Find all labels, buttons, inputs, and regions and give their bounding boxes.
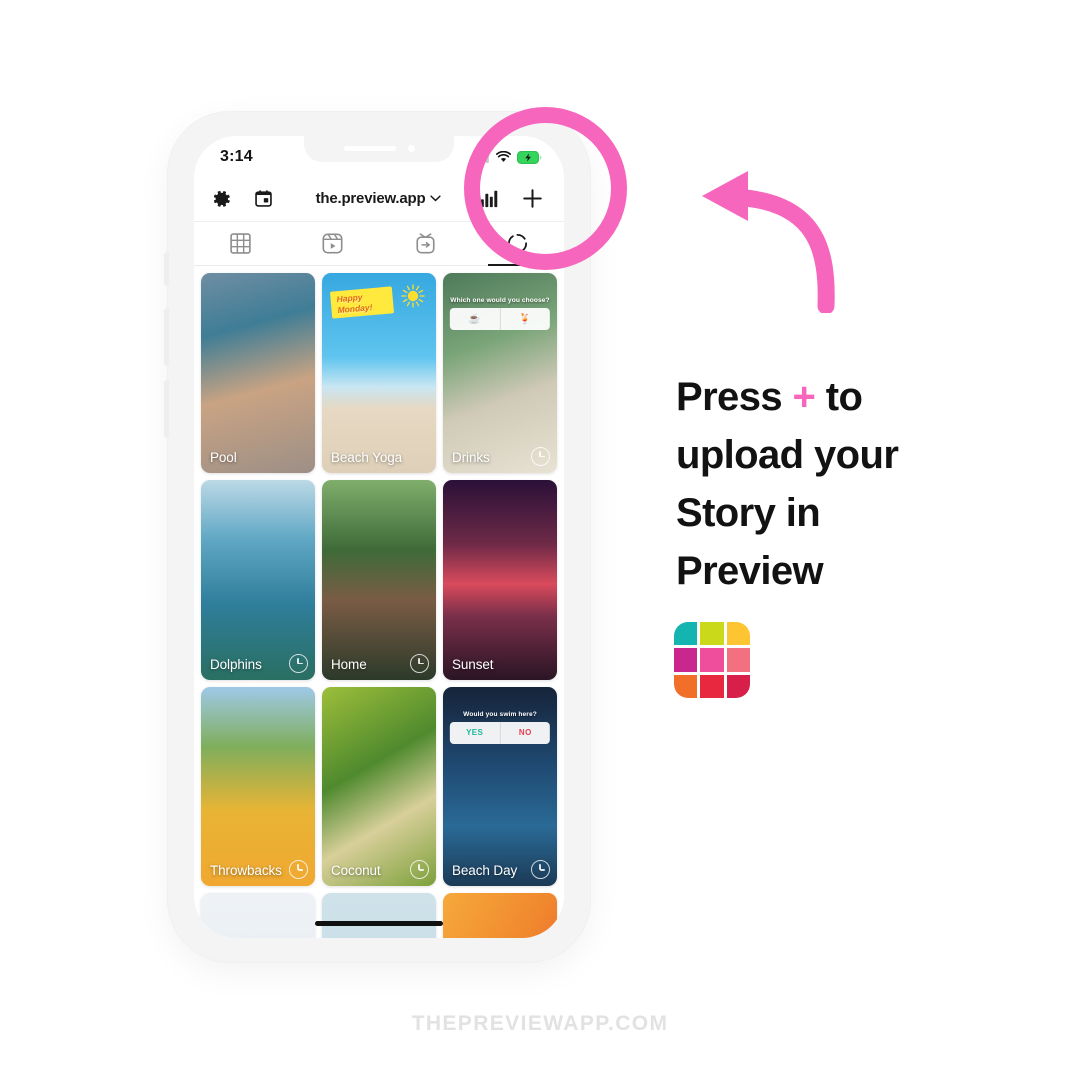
highlight-circle (464, 107, 627, 270)
story-tile[interactable]: Throwbacks (201, 686, 315, 887)
callout-text: Press + to upload your Story in Preview (676, 368, 1006, 600)
story-tile[interactable]: Coconut (322, 686, 436, 887)
story-tile-caption: Coconut (331, 863, 381, 879)
logo-swatch (700, 674, 724, 698)
happy-monday-sticker: Happy Monday! (329, 286, 395, 319)
story-tile-partial[interactable] (443, 893, 557, 938)
scheduled-clock-icon (289, 653, 308, 673)
callout-line-4: Preview (676, 549, 824, 593)
poll-option[interactable]: ☕ (450, 308, 500, 330)
callout-line-2: upload your (676, 433, 899, 477)
story-tile-caption: Drinks (452, 449, 490, 465)
poll-option[interactable]: 🍹 (499, 308, 551, 330)
account-handle-label: the.preview.app (315, 190, 426, 207)
scheduled-clock-icon (410, 653, 429, 673)
account-handle-selector[interactable]: the.preview.app (273, 190, 480, 207)
story-tile-caption: Beach Day (452, 863, 518, 879)
phone-volume-up-button (164, 308, 169, 366)
scheduled-clock-icon (289, 860, 308, 880)
story-tile[interactable]: Pool (201, 273, 315, 473)
story-tile-caption: Sunset (452, 656, 494, 672)
poll-question: Would you swim here? (463, 710, 537, 718)
phone-silent-switch (164, 252, 169, 286)
story-tile-partial[interactable] (201, 893, 315, 938)
poster-canvas: 3:14 the.preview.app Pool Happy Monday! … (0, 0, 1080, 1080)
chevron-down-icon (430, 195, 442, 202)
story-tile-caption: Dolphins (210, 656, 262, 672)
home-indicator (315, 921, 443, 926)
story-tile[interactable]: Happy Monday! Beach Yoga (322, 273, 436, 473)
phone-notch (304, 136, 454, 162)
story-tile[interactable]: Home (322, 479, 436, 680)
poll-sticker[interactable]: Which one would you choose? ☕ 🍹 (449, 297, 551, 330)
story-tile[interactable]: Which one would you choose? ☕ 🍹 Drinks (443, 273, 557, 473)
callout-line-3: Story in (676, 491, 821, 535)
callout-line1-after: to (815, 375, 863, 419)
grid-icon (230, 233, 251, 254)
callout-line-1: Press + to (676, 368, 1006, 426)
earpiece-speaker (344, 146, 396, 151)
logo-swatch (674, 648, 698, 672)
scheduled-clock-icon (531, 446, 550, 466)
scheduled-clock-icon (531, 860, 550, 880)
logo-swatch (674, 674, 698, 698)
story-tile[interactable]: Sunset (443, 479, 557, 680)
callout-plus-symbol: + (792, 375, 816, 419)
nav-left-group (212, 189, 273, 209)
poll-options: YES NO (449, 721, 551, 744)
poll-option[interactable]: YES (450, 722, 500, 744)
phone-volume-down-button (164, 380, 169, 438)
status-time: 3:14 (220, 148, 253, 165)
tab-igtv[interactable] (379, 222, 472, 265)
sun-sticker-icon (401, 284, 425, 308)
poll-question: Which one would you choose? (450, 297, 550, 304)
logo-swatch (674, 622, 698, 646)
story-tile-caption: Pool (210, 449, 237, 465)
story-tile[interactable]: Would you swim here? YES NO Beach Day (443, 686, 557, 887)
poll-sticker[interactable]: Would you swim here? YES NO (449, 710, 551, 744)
reels-icon (322, 233, 343, 254)
footer-watermark: THEPREVIEWAPP.COM (411, 1012, 669, 1035)
story-tile-caption: Throwbacks (210, 863, 282, 879)
logo-swatch (726, 648, 750, 672)
igtv-icon (416, 233, 435, 254)
calendar-icon[interactable] (254, 189, 273, 208)
scheduled-clock-icon (410, 860, 429, 880)
curved-arrow-left-icon (702, 171, 835, 313)
story-tile[interactable]: Dolphins (201, 479, 315, 680)
logo-swatch (726, 622, 750, 646)
tab-reels[interactable] (287, 222, 380, 265)
story-tile-caption: Beach Yoga (331, 449, 403, 465)
gear-icon[interactable] (212, 189, 232, 209)
callout-line1-before: Press (676, 375, 793, 419)
poll-option[interactable]: NO (499, 721, 551, 744)
tab-grid[interactable] (194, 222, 287, 265)
logo-swatch (700, 622, 724, 646)
story-tile-partial[interactable] (322, 893, 436, 938)
logo-swatch (726, 674, 750, 698)
poll-options: ☕ 🍹 (449, 308, 551, 330)
logo-swatch (700, 648, 724, 672)
preview-app-logo (674, 622, 750, 698)
front-camera (408, 145, 415, 152)
story-tile-caption: Home (331, 656, 367, 672)
story-grid: Pool Happy Monday! Beach Yoga Which one wou… (194, 266, 564, 938)
